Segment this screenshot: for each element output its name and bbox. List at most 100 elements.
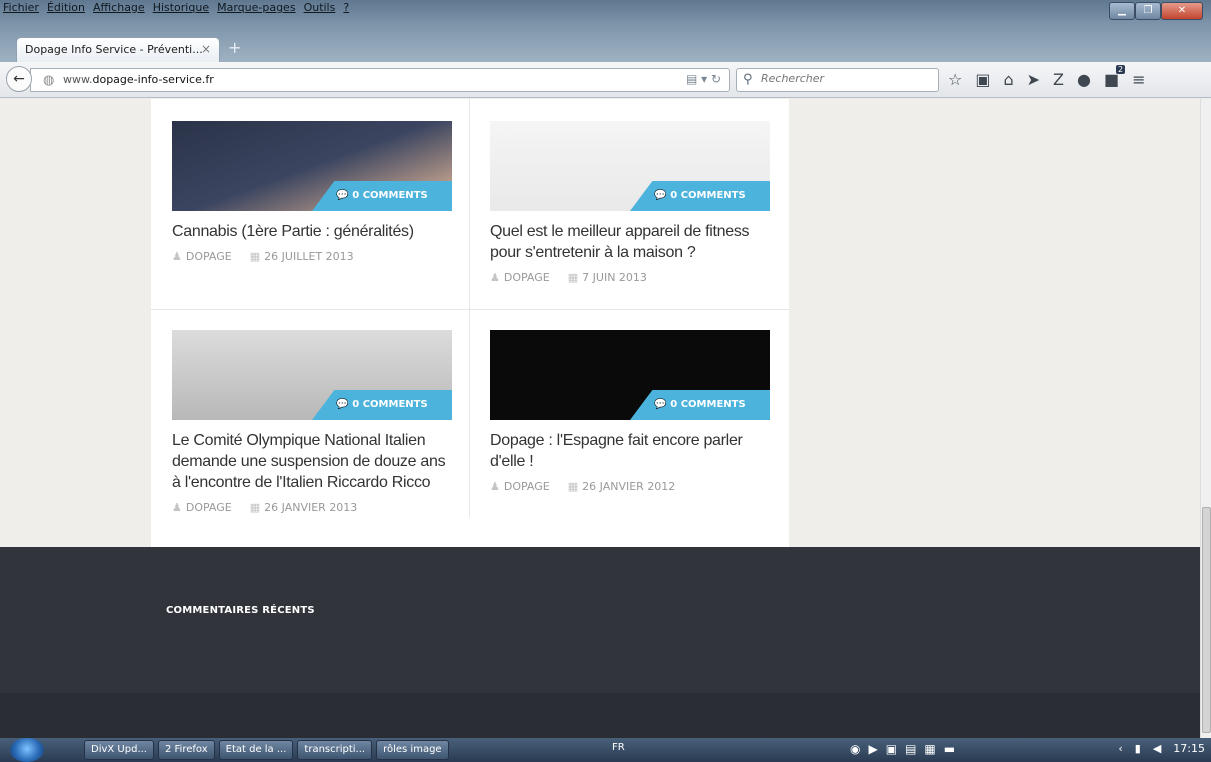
new-tab-icon[interactable]: + — [228, 38, 241, 57]
menu-affichage[interactable]: Affichage — [92, 1, 146, 17]
menu-hamburger-icon[interactable]: ≡ — [1132, 70, 1145, 89]
window-titlebar: Fichier Édition Affichage Historique Mar… — [0, 0, 1211, 62]
page-scrollbar[interactable] — [1200, 99, 1211, 738]
site-footer: COMMENTAIRES RÉCENTS — [0, 547, 1200, 693]
post-author[interactable]: DOPAGE — [504, 480, 550, 493]
bookmarks-list-icon[interactable]: ▣ — [975, 70, 990, 89]
menu-bar: Fichier Édition Affichage Historique Mar… — [2, 1, 350, 17]
post-date: 26 JANVIER 2012 — [582, 480, 676, 493]
post-author[interactable]: DOPAGE — [504, 271, 550, 284]
post-card: 💬 0 COMMENTS Quel est le meilleur appare… — [490, 121, 770, 284]
post-card: 💬 0 COMMENTS Cannabis (1ère Partie : gén… — [172, 121, 452, 263]
clock[interactable]: 17:15 — [1173, 742, 1205, 755]
user-icon: ♟ — [490, 271, 500, 284]
taskbar-tasks: DivX Upd... 2 Firefox Etat de la ... tra… — [84, 740, 449, 760]
post-title[interactable]: Dopage : l'Espagne fait encore parler d'… — [490, 430, 770, 472]
reader-reload-icons[interactable]: ▤ ▾ ↻ — [686, 72, 721, 86]
app-icon[interactable]: ▬ — [944, 742, 955, 756]
media-player-icon[interactable]: ▶ — [868, 742, 877, 756]
menu-help[interactable]: ? — [342, 1, 350, 17]
notification-badge: 2 — [1116, 65, 1126, 74]
toolbar-icons: ☆ ▣ ⌂ ➤ Z ● ■ 2 ≡ — [948, 65, 1146, 89]
app-icon[interactable]: ▤ — [905, 742, 916, 756]
search-input[interactable] — [761, 72, 931, 85]
volume-icon[interactable]: ◀ — [1153, 742, 1161, 755]
calendar-icon: ▦ — [567, 480, 579, 493]
start-button[interactable] — [10, 738, 44, 762]
post-author[interactable]: DOPAGE — [186, 501, 232, 514]
calendar-icon: ▦ — [567, 271, 579, 284]
menu-outils[interactable]: Outils — [303, 1, 337, 17]
firefox-icon[interactable]: ◉ — [850, 742, 860, 756]
comments-ribbon[interactable]: 💬 0 COMMENTS — [630, 181, 770, 211]
minimize-button[interactable]: ▁ — [1109, 2, 1135, 20]
url-bar[interactable]: ◍ www.dopage-info-service.fr ▤ ▾ ↻ — [30, 68, 730, 92]
post-date: 26 JANVIER 2013 — [264, 501, 358, 514]
calendar-icon: ▦ — [249, 501, 261, 514]
windows-taskbar: DivX Upd... 2 Firefox Etat de la ... tra… — [0, 738, 1211, 762]
user-icon: ♟ — [172, 250, 182, 263]
language-indicator[interactable]: FR — [612, 742, 625, 753]
comments-count: 0 COMMENTS — [352, 190, 428, 201]
taskbar-item[interactable]: rôles image — [376, 740, 449, 760]
post-title[interactable]: Le Comité Olympique National Italien dem… — [172, 430, 452, 493]
post-meta: ♟ DOPAGE ▦ 26 JUILLET 2013 — [172, 250, 452, 263]
recent-comments-heading: COMMENTAIRES RÉCENTS — [166, 605, 315, 616]
search-icon: ⚲ — [743, 72, 753, 87]
post-thumbnail[interactable]: 💬 0 COMMENTS — [490, 121, 770, 211]
home-icon[interactable]: ⌂ — [1003, 70, 1013, 89]
post-thumbnail[interactable]: 💬 0 COMMENTS — [172, 121, 452, 211]
menu-fichier[interactable]: Fichier — [2, 1, 40, 17]
network-icon[interactable]: ▮ — [1135, 742, 1141, 755]
tray-chevron-icon[interactable]: ‹ — [1118, 742, 1122, 755]
url-text: www.dopage-info-service.fr — [63, 73, 214, 86]
zotero-icon[interactable]: Z — [1053, 70, 1064, 89]
post-author[interactable]: DOPAGE — [186, 250, 232, 263]
user-icon: ♟ — [490, 480, 500, 493]
taskbar-item[interactable]: DivX Upd... — [84, 740, 154, 760]
quick-launch: ◉ ▶ ▣ ▤ ▦ ▬ — [850, 742, 955, 756]
menu-historique[interactable]: Historique — [152, 1, 210, 17]
comments-ribbon[interactable]: 💬 0 COMMENTS — [312, 181, 452, 211]
maximize-button[interactable]: ❐ — [1135, 2, 1161, 20]
globe-icon: ◍ — [43, 73, 55, 88]
browser-tab[interactable]: Dopage Info Service - Préventi... × — [16, 37, 220, 62]
row-divider — [151, 309, 789, 310]
comments-ribbon[interactable]: 💬 0 COMMENTS — [312, 390, 452, 420]
user-icon: ♟ — [172, 501, 182, 514]
post-date: 7 JUIN 2013 — [582, 271, 647, 284]
close-tab-icon[interactable]: × — [201, 42, 211, 56]
back-button[interactable]: ← — [6, 66, 32, 92]
post-thumbnail[interactable]: 💬 0 COMMENTS — [172, 330, 452, 420]
post-title[interactable]: Quel est le meilleur appareil de fitness… — [490, 221, 770, 263]
post-card: 💬 0 COMMENTS Dopage : l'Espagne fait enc… — [490, 330, 770, 493]
window-controls: ▁ ❐ ✕ — [1109, 2, 1203, 20]
post-title[interactable]: Cannabis (1ère Partie : généralités) — [172, 221, 452, 242]
taskbar-item[interactable]: Etat de la ... — [218, 740, 294, 760]
scrollbar-thumb[interactable] — [1202, 507, 1211, 733]
taskbar-item[interactable]: transcripti... — [297, 740, 373, 760]
bookmark-star-icon[interactable]: ☆ — [948, 70, 962, 89]
footer-bottom-bar — [0, 693, 1200, 738]
page-viewport: 💬 0 COMMENTS Cannabis (1ère Partie : gén… — [0, 99, 1211, 738]
excel-icon[interactable]: ▦ — [924, 742, 935, 756]
close-window-button[interactable]: ✕ — [1161, 2, 1203, 20]
comments-count: 0 COMMENTS — [352, 399, 428, 410]
taskbar-item[interactable]: 2 Firefox — [157, 740, 215, 760]
search-bar[interactable]: ⚲ — [736, 68, 939, 92]
notification-icon[interactable]: ■ 2 — [1104, 65, 1126, 89]
post-meta: ♟ DOPAGE ▦ 26 JANVIER 2012 — [490, 480, 770, 493]
comments-ribbon[interactable]: 💬 0 COMMENTS — [630, 390, 770, 420]
post-thumbnail[interactable]: 💬 0 COMMENTS — [490, 330, 770, 420]
app-icon[interactable]: ▣ — [886, 742, 897, 756]
comments-count: 0 COMMENTS — [670, 399, 746, 410]
send-icon[interactable]: ➤ — [1027, 70, 1040, 89]
tab-title: Dopage Info Service - Préventi... — [25, 43, 203, 56]
menu-edition[interactable]: Édition — [46, 1, 86, 17]
navigation-bar: ◍ www.dopage-info-service.fr ▤ ▾ ↻ ← ⚲ ☆… — [0, 62, 1211, 98]
post-meta: ♟ DOPAGE ▦ 26 JANVIER 2013 — [172, 501, 452, 514]
comments-count: 0 COMMENTS — [670, 190, 746, 201]
chat-icon[interactable]: ● — [1077, 70, 1091, 89]
column-divider — [469, 99, 470, 517]
menu-marque-pages[interactable]: Marque-pages — [216, 1, 296, 17]
